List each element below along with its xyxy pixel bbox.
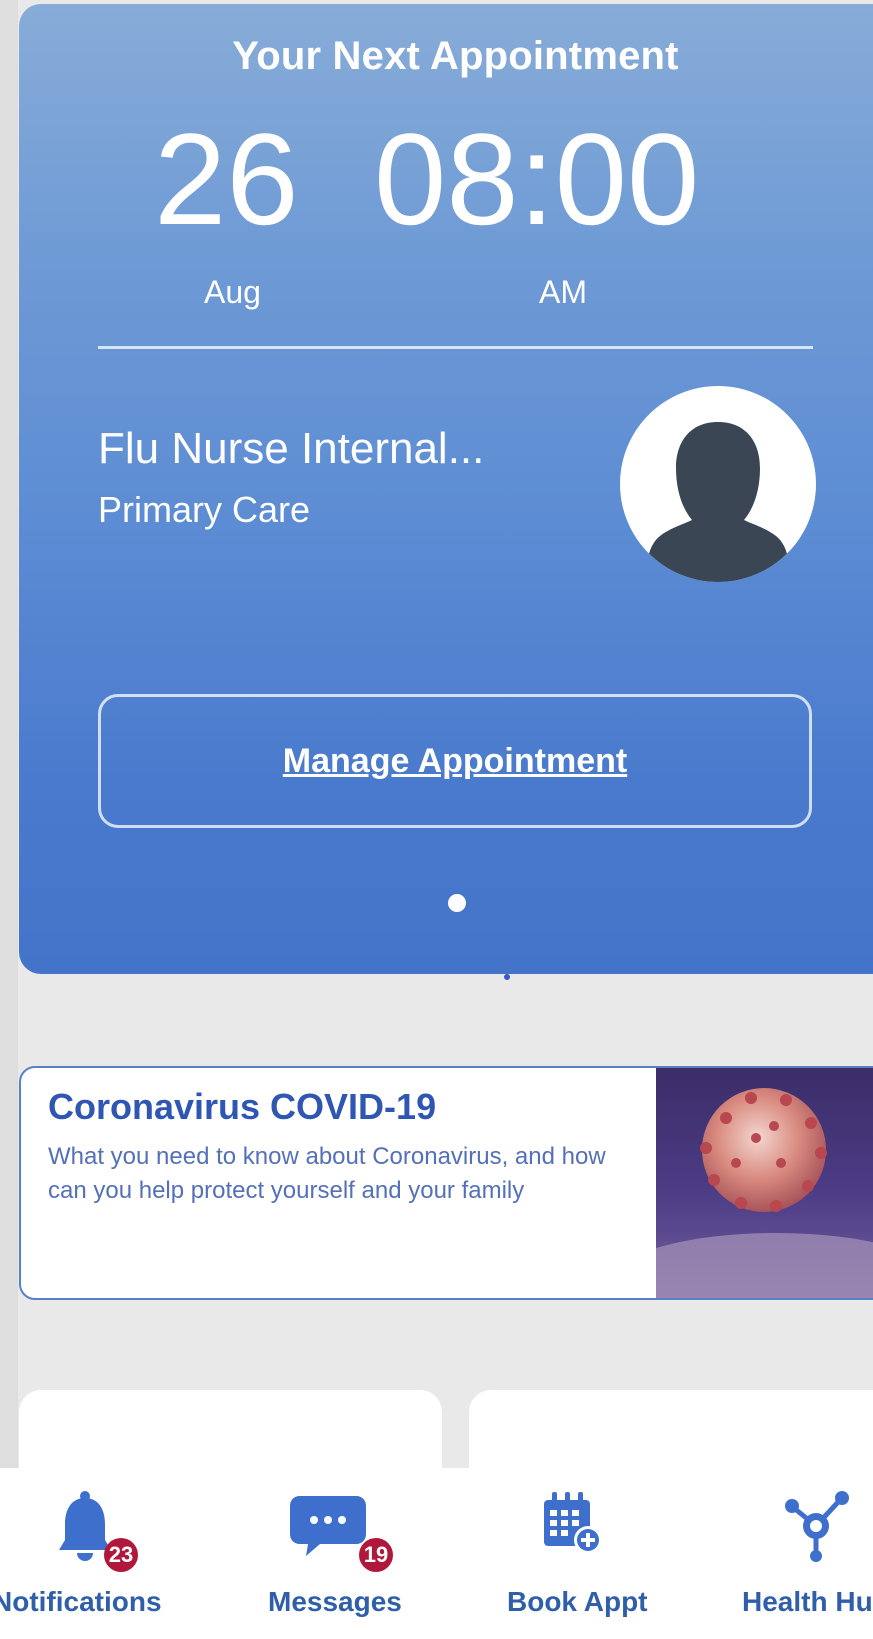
calendar-add-icon [544,1492,602,1554]
nav-label-health-hub: Health Hub [742,1586,873,1617]
next-appointment-card[interactable]: Your Next Appointment 26 08:00 Aug AM Fl… [19,4,873,974]
virus-image [656,1068,873,1298]
nav-label-book-appt: Book Appt [507,1586,648,1617]
carousel-secondary-indicator [504,974,510,980]
home-screen: Your Next Appointment 26 08:00 Aug AM Fl… [0,0,873,1639]
news-title: Coronavirus COVID-19 [48,1086,437,1127]
carousel-page-indicator [448,894,466,912]
chat-bubble-icon [290,1496,366,1556]
card-divider [98,346,813,349]
messages-badge: 19 [359,1538,393,1572]
nav-item-health-hub[interactable]: Health Hub [720,1468,873,1639]
screen-edge [0,0,18,1639]
appointment-month: Aug [204,274,261,310]
nav-label-notifications: Notifications [0,1586,162,1617]
bottom-navigation-bar: 23 Notifications 19 Messages Book Appt H… [0,1468,873,1639]
provider-department: Primary Care [98,489,311,530]
notifications-badge: 23 [104,1538,138,1572]
appointment-day: 26 [154,106,299,252]
nav-item-messages[interactable]: 19 Messages [230,1468,430,1639]
nav-item-notifications[interactable]: 23 Notifications [0,1468,210,1639]
appointment-time: 08:00 [374,106,700,252]
provider-name: Flu Nurse Internal... [98,424,485,473]
provider-avatar [620,386,816,582]
coronavirus-illustration-icon [656,1088,873,1298]
appointment-ampm: AM [539,274,587,310]
nav-label-messages: Messages [268,1586,402,1617]
person-silhouette-icon [646,422,790,582]
manage-appointment-button[interactable]: Manage Appointment [98,694,812,828]
health-hub-network-icon [785,1491,849,1562]
appointment-header: Your Next Appointment [232,34,679,78]
covid-news-card[interactable]: Coronavirus COVID-19 What you need to kn… [19,1066,873,1300]
news-description: What you need to know about Coronavirus,… [48,1143,606,1204]
nav-item-book-appt[interactable]: Book Appt [480,1468,680,1639]
